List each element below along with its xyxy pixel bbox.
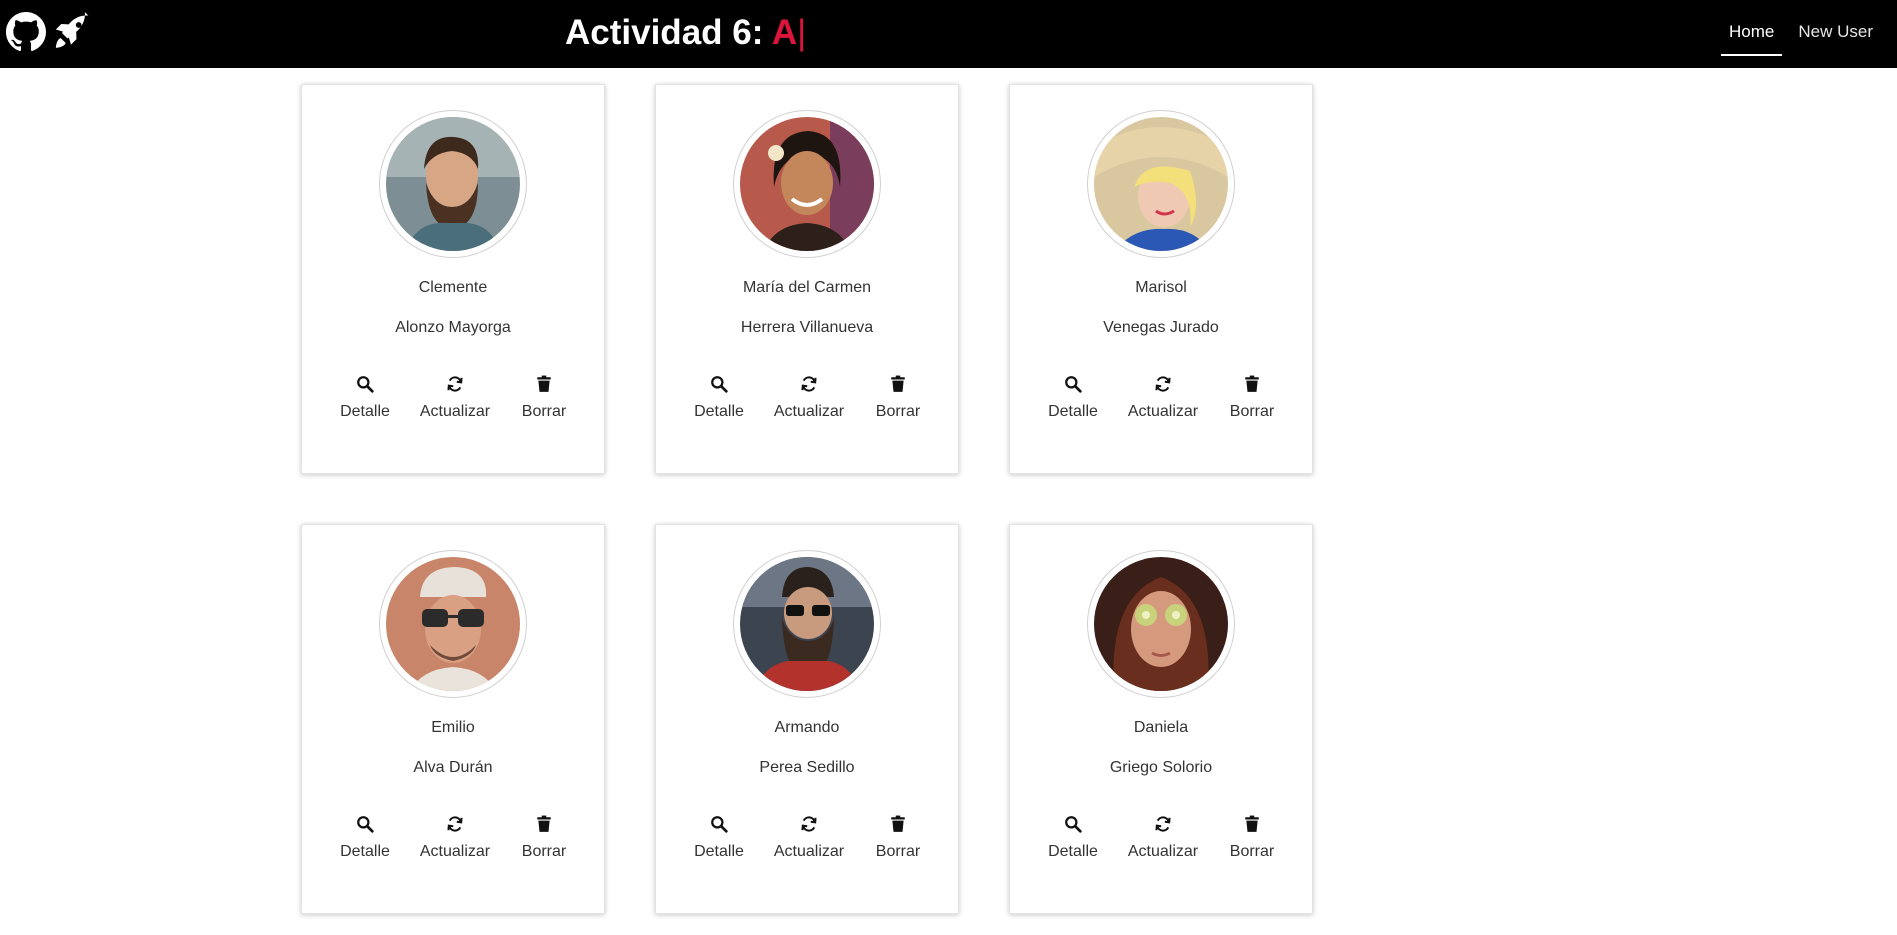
avatar xyxy=(1094,557,1228,691)
page-title: Actividad 6: A| xyxy=(565,8,806,58)
avatar xyxy=(386,117,520,251)
trash-icon xyxy=(499,375,589,397)
user-last-name: Griego Solorio xyxy=(1109,759,1213,776)
delete-button[interactable]: Borrar xyxy=(1207,815,1297,861)
update-label: Actualizar xyxy=(419,403,491,420)
refresh-icon xyxy=(410,375,500,397)
delete-label: Borrar xyxy=(875,403,921,420)
avatar-frame xyxy=(733,550,881,698)
user-first-name: María del Carmen xyxy=(742,279,872,296)
avatar-frame xyxy=(379,550,527,698)
github-icon[interactable] xyxy=(6,12,46,52)
update-button[interactable]: Actualizar xyxy=(410,815,500,861)
trash-icon xyxy=(1207,815,1297,837)
delete-button[interactable]: Borrar xyxy=(1207,375,1297,421)
delete-button[interactable]: Borrar xyxy=(499,815,589,861)
user-card: Clemente Alonzo Mayorga Detalle Actualiz… xyxy=(301,84,605,474)
search-icon xyxy=(320,375,410,397)
update-button[interactable]: Actualizar xyxy=(764,375,854,421)
nav-new-user-link[interactable]: New User xyxy=(1790,18,1881,56)
avatar xyxy=(740,117,874,251)
update-button[interactable]: Actualizar xyxy=(410,375,500,421)
delete-label: Borrar xyxy=(1229,403,1275,420)
refresh-icon xyxy=(764,375,854,397)
trash-icon xyxy=(499,815,589,837)
update-button[interactable]: Actualizar xyxy=(1118,375,1208,421)
user-first-name: Marisol xyxy=(1135,279,1187,296)
avatar xyxy=(740,557,874,691)
detail-button[interactable]: Detalle xyxy=(320,815,410,861)
delete-label: Borrar xyxy=(875,843,921,860)
refresh-icon xyxy=(764,815,854,837)
detail-label: Detalle xyxy=(694,843,744,860)
search-icon xyxy=(320,815,410,837)
detail-button[interactable]: Detalle xyxy=(674,815,764,861)
user-last-name: Perea Sedillo xyxy=(759,759,855,776)
avatar-frame xyxy=(379,110,527,258)
detail-button[interactable]: Detalle xyxy=(674,375,764,421)
avatar xyxy=(1094,117,1228,251)
search-icon xyxy=(674,375,764,397)
user-first-name: Daniela xyxy=(1133,719,1189,736)
avatar-frame xyxy=(1087,550,1235,698)
update-label: Actualizar xyxy=(773,843,845,860)
user-card: Emilio Alva Durán Detalle Actualizar Bor… xyxy=(301,524,605,914)
user-last-name: Venegas Jurado xyxy=(1103,319,1219,336)
user-card: Armando Perea Sedillo Detalle Actualizar… xyxy=(655,524,959,914)
update-label: Actualizar xyxy=(419,843,491,860)
navbar: Actividad 6: A| Home New User xyxy=(0,0,1897,68)
delete-button[interactable]: Borrar xyxy=(853,815,943,861)
delete-label: Borrar xyxy=(1229,843,1275,860)
update-button[interactable]: Actualizar xyxy=(764,815,854,861)
detail-label: Detalle xyxy=(340,843,390,860)
user-last-name: Alonzo Mayorga xyxy=(395,319,511,336)
avatar-frame xyxy=(733,110,881,258)
detail-label: Detalle xyxy=(340,403,390,420)
detail-button[interactable]: Detalle xyxy=(1028,815,1118,861)
user-card: Daniela Griego Solorio Detalle Actualiza… xyxy=(1009,524,1313,914)
refresh-icon xyxy=(1118,815,1208,837)
avatar-frame xyxy=(1087,110,1235,258)
detail-label: Detalle xyxy=(694,403,744,420)
refresh-icon xyxy=(1118,375,1208,397)
detail-button[interactable]: Detalle xyxy=(1028,375,1118,421)
delete-button[interactable]: Borrar xyxy=(853,375,943,421)
detail-button[interactable]: Detalle xyxy=(320,375,410,421)
user-first-name: Emilio xyxy=(431,719,475,736)
update-label: Actualizar xyxy=(773,403,845,420)
detail-label: Detalle xyxy=(1048,843,1098,860)
user-last-name: Herrera Villanueva xyxy=(740,319,874,336)
nav-links: Home New User xyxy=(1721,18,1881,56)
nav-home-link[interactable]: Home xyxy=(1721,18,1783,56)
search-icon xyxy=(674,815,764,837)
search-icon xyxy=(1028,815,1118,837)
user-last-name: Alva Durán xyxy=(413,759,493,776)
detail-label: Detalle xyxy=(1048,403,1098,420)
avatar xyxy=(386,557,520,691)
delete-label: Borrar xyxy=(521,843,567,860)
title-prefix: Actividad 6: xyxy=(565,13,772,52)
user-card: María del Carmen Herrera Villanueva Deta… xyxy=(655,84,959,474)
user-card: Marisol Venegas Jurado Detalle Actualiza… xyxy=(1009,84,1313,474)
typing-cursor: | xyxy=(797,13,807,52)
update-label: Actualizar xyxy=(1127,403,1199,420)
trash-icon xyxy=(853,375,943,397)
refresh-icon xyxy=(410,815,500,837)
trash-icon xyxy=(853,815,943,837)
delete-button[interactable]: Borrar xyxy=(499,375,589,421)
update-label: Actualizar xyxy=(1127,843,1199,860)
delete-label: Borrar xyxy=(521,403,567,420)
user-first-name: Armando xyxy=(774,719,840,736)
user-first-name: Clemente xyxy=(418,279,488,296)
trash-icon xyxy=(1207,375,1297,397)
search-icon xyxy=(1028,375,1118,397)
update-button[interactable]: Actualizar xyxy=(1118,815,1208,861)
rocket-icon[interactable] xyxy=(52,12,92,52)
title-typed-text: A xyxy=(771,13,798,52)
